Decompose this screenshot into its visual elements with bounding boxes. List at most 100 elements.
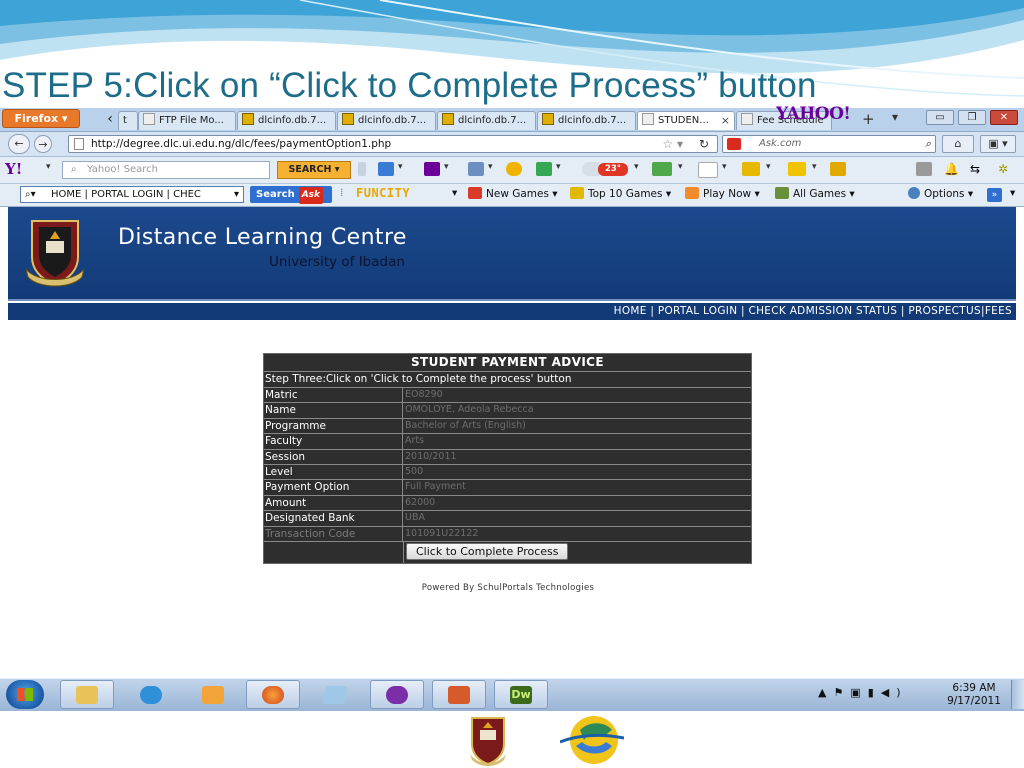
partner-globe-logo (560, 716, 624, 764)
chevron-down-icon[interactable]: ▾ (444, 162, 449, 172)
taskbar-media-player[interactable] (186, 680, 240, 709)
smiley-icon[interactable] (506, 162, 522, 176)
nav-portal-login[interactable]: PORTAL LOGIN (658, 305, 738, 317)
swap-arrows-icon[interactable]: ⇆ (970, 162, 986, 176)
news-icon[interactable] (468, 162, 484, 176)
bookmark-icon[interactable] (830, 162, 846, 176)
nav-fees[interactable]: FEES (985, 305, 1012, 317)
chevron-down-icon[interactable]: ▾ (1010, 187, 1015, 199)
close-tab-icon[interactable]: × (721, 112, 730, 130)
row-label: Session (264, 449, 403, 464)
tab-dlcinfo-4[interactable]: dlcinfo.db.7... (537, 111, 636, 130)
all-games-menu[interactable]: All Games ▾ (775, 187, 855, 200)
tab-dlcinfo-1[interactable]: dlcinfo.db.7... (237, 111, 336, 130)
new-games-menu[interactable]: New Games ▾ (468, 187, 558, 200)
tab-label: t (123, 115, 127, 126)
ask-search-button[interactable]: Search Ask (250, 186, 332, 204)
chevron-down-icon[interactable]: ▾ (678, 162, 683, 172)
my-yahoo-icon[interactable] (424, 162, 440, 176)
minimize-icon[interactable]: ▭ (926, 110, 954, 125)
chevron-down-icon[interactable]: ▾ (722, 162, 727, 172)
maximize-icon[interactable]: ❐ (958, 110, 986, 125)
nav-separator: | (897, 305, 909, 317)
signal-icon[interactable] (652, 162, 672, 176)
advice-title: STUDENT PAYMENT ADVICE (264, 354, 751, 372)
menu-label: New Games ▾ (486, 188, 558, 200)
start-button[interactable] (6, 680, 44, 709)
funcity-logo[interactable]: FUNCITY (356, 186, 410, 200)
show-desktop-button[interactable] (1011, 680, 1024, 709)
chevron-down-icon[interactable]: ▾ (234, 187, 239, 202)
chevron-down-icon[interactable]: ▾ (812, 162, 817, 172)
tab-student-payment[interactable]: STUDEN... × (637, 111, 735, 130)
tab-dlcinfo-2[interactable]: dlcinfo.db.7... (337, 111, 436, 130)
reload-icon[interactable]: ↻ (699, 136, 709, 152)
row-value: 62000 (405, 496, 436, 508)
chevron-down-icon[interactable]: ▾ (398, 162, 403, 172)
mail-icon[interactable] (378, 162, 394, 176)
close-window-icon[interactable]: ✕ (990, 110, 1018, 125)
yahoo-search-placeholder: Yahoo! Search (87, 164, 158, 175)
taskbar-dreamweaver[interactable]: Dw (494, 680, 548, 709)
dlc-icon (442, 113, 454, 125)
taskbar-notepad[interactable] (308, 680, 362, 709)
chevron-down-icon[interactable]: ▾ (766, 162, 771, 172)
tab-dlcinfo-3[interactable]: dlcinfo.db.7... (437, 111, 536, 130)
ask-search-input[interactable]: ⌕▾ HOME | PORTAL LOGIN | CHEC ▾ (20, 186, 244, 203)
list-all-tabs-icon[interactable]: ▾ (892, 110, 898, 124)
firefox-icon (262, 686, 284, 704)
tab-scroll-left-icon[interactable]: ‹ (103, 111, 117, 127)
search-engine-field[interactable]: Ask.com ⌕ (722, 135, 936, 153)
new-tab-icon[interactable]: + (862, 110, 875, 128)
nav-home[interactable]: HOME (614, 305, 647, 317)
chevron-down-icon[interactable]: ▾ (452, 187, 457, 199)
games-icon[interactable] (536, 162, 552, 176)
settings-list-icon[interactable] (916, 162, 932, 176)
clock-time: 6:39 AM (952, 682, 996, 694)
menu-label: Top 10 Games ▾ (588, 188, 672, 200)
bookmark-star-icon[interactable]: ☆ ▾ (662, 136, 683, 152)
flickr-icon[interactable] (698, 162, 718, 178)
options-menu[interactable]: Options ▾ (908, 187, 973, 200)
taskbar-explorer[interactable] (60, 680, 114, 709)
tab-ftp-file-manager[interactable]: FTP File Mo... (138, 111, 236, 130)
search-magnifier-icon[interactable]: ⌕ (925, 136, 931, 152)
row-label: Designated Bank (264, 511, 403, 526)
nav-separator: | (737, 305, 749, 317)
nav-prospectus[interactable]: PROSPECTUS (908, 305, 981, 317)
play-now-menu[interactable]: Play Now ▾ (685, 187, 760, 200)
puzzle-icon[interactable]: ✲ (998, 162, 1014, 176)
yahoo-search-button[interactable]: SEARCH ▾ (277, 161, 351, 179)
home-icon[interactable]: ⌂ (942, 135, 974, 153)
system-tray-icons[interactable]: ▲⚑▣▮◀) (818, 686, 908, 699)
yahoo-search-input[interactable]: ⌕ Yahoo! Search (62, 161, 270, 179)
firefox-menu-button[interactable]: Firefox ▾ (2, 109, 80, 128)
complete-process-button[interactable]: Click to Complete Process (406, 542, 569, 560)
tab-partial[interactable]: t (118, 111, 138, 130)
chevron-down-icon[interactable]: ▾ (488, 162, 493, 172)
taskbar-powerpoint[interactable] (432, 680, 486, 709)
taskbar-yahoo-messenger[interactable] (370, 680, 424, 709)
ebay-icon[interactable] (788, 162, 806, 176)
system-clock[interactable]: 6:39 AM 9/17/2011 (944, 682, 1004, 708)
forward-arrow-icon[interactable]: → (34, 135, 52, 153)
notepad-icon[interactable] (742, 162, 760, 176)
nav-check-admission-status[interactable]: CHECK ADMISSION STATUS (748, 305, 897, 317)
chevron-down-icon[interactable]: ▾ (634, 162, 639, 172)
back-arrow-icon[interactable]: ← (8, 134, 30, 154)
yahoo-y-logo[interactable]: Y! (5, 160, 22, 178)
bookmarks-menu-icon[interactable]: ▣ ▾ (980, 135, 1016, 153)
chevron-down-icon[interactable]: ▾ (556, 162, 561, 172)
toolbar-more-button[interactable]: » (987, 188, 1002, 202)
web-page: Distance Learning Centre University of I… (8, 207, 1016, 678)
chevron-down-icon[interactable]: ▾ (46, 162, 51, 172)
powered-by-footer: Powered By SchulPortals Technologies (421, 583, 595, 593)
taskbar-internet-explorer[interactable] (124, 680, 178, 709)
weather-badge[interactable]: 23° (598, 163, 628, 176)
clock-date: 9/17/2011 (947, 695, 1001, 707)
bell-icon[interactable]: 🔔 (944, 162, 960, 176)
table-row: Session 2010/2011 (264, 449, 751, 465)
top-10-games-menu[interactable]: Top 10 Games ▾ (570, 187, 671, 200)
url-field[interactable]: http://degree.dlc.ui.edu.ng/dlc/fees/pay… (68, 135, 718, 153)
taskbar-firefox[interactable] (246, 680, 300, 709)
